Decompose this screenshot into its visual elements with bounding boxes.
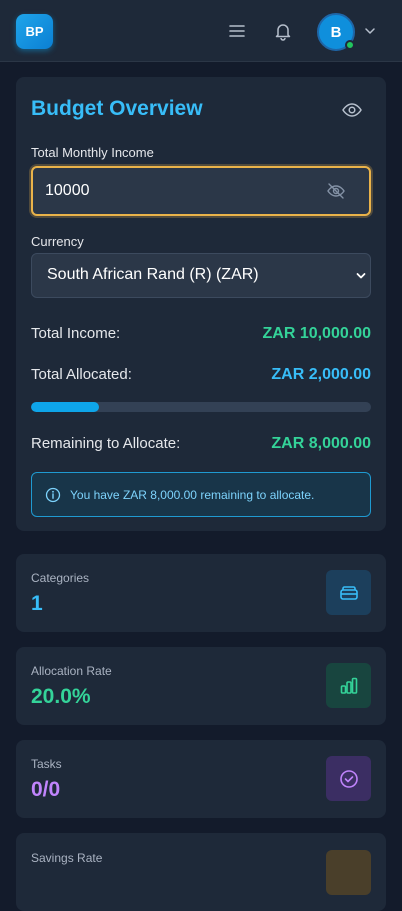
budget-overview-card: Budget Overview Total Monthly Income 100… xyxy=(16,77,386,531)
eye-icon[interactable] xyxy=(341,99,363,121)
online-status-dot xyxy=(345,40,355,50)
stat-value: 20.0% xyxy=(31,685,91,708)
stat-value: 0/0 xyxy=(31,778,61,801)
allocation-progress-fill xyxy=(31,402,99,412)
stat-card-allocation-rate: Allocation Rate 20.0% xyxy=(16,647,386,725)
check-circle-icon xyxy=(326,756,371,801)
remaining-label: Remaining to Allocate: xyxy=(31,435,181,452)
stat-card-categories: Categories 1 xyxy=(16,554,386,632)
stat-label: Allocation Rate xyxy=(31,664,112,678)
stat-card-savings-rate: Savings Rate xyxy=(16,833,386,911)
stat-value: 1 xyxy=(31,592,43,615)
stat-label: Categories xyxy=(31,571,90,585)
wallet-icon xyxy=(326,570,371,615)
income-input[interactable]: 10000 xyxy=(31,166,371,216)
chevron-down-icon[interactable] xyxy=(364,25,376,37)
currency-select[interactable]: South African Rand (R) (ZAR) xyxy=(31,253,371,298)
card-title: Budget Overview xyxy=(31,97,203,120)
info-message: You have ZAR 8,000.00 remaining to alloc… xyxy=(70,488,315,502)
stat-label: Savings Rate xyxy=(31,851,103,865)
total-income-label: Total Income: xyxy=(31,325,121,342)
info-alert: You have ZAR 8,000.00 remaining to alloc… xyxy=(31,472,371,517)
bell-icon[interactable] xyxy=(272,20,294,42)
allocation-progress-bar xyxy=(31,402,371,412)
piggy-bank-icon xyxy=(326,850,371,895)
info-icon xyxy=(45,487,61,503)
menu-icon[interactable] xyxy=(226,20,248,42)
bar-chart-icon xyxy=(326,663,371,708)
user-avatar[interactable]: B xyxy=(317,13,355,51)
eye-off-icon[interactable] xyxy=(326,181,346,201)
stat-card-tasks: Tasks 0/0 xyxy=(16,740,386,818)
total-allocated-value: ZAR 2,000.00 xyxy=(271,366,371,383)
top-header: BP B xyxy=(0,0,402,62)
chevron-down-icon xyxy=(356,273,366,279)
stat-label: Tasks xyxy=(31,757,62,771)
currency-label: Currency xyxy=(31,234,84,249)
app-logo[interactable]: BP xyxy=(16,14,53,49)
total-income-value: ZAR 10,000.00 xyxy=(262,325,371,342)
income-label: Total Monthly Income xyxy=(31,145,154,160)
total-allocated-label: Total Allocated: xyxy=(31,366,132,383)
remaining-value: ZAR 8,000.00 xyxy=(271,435,371,452)
